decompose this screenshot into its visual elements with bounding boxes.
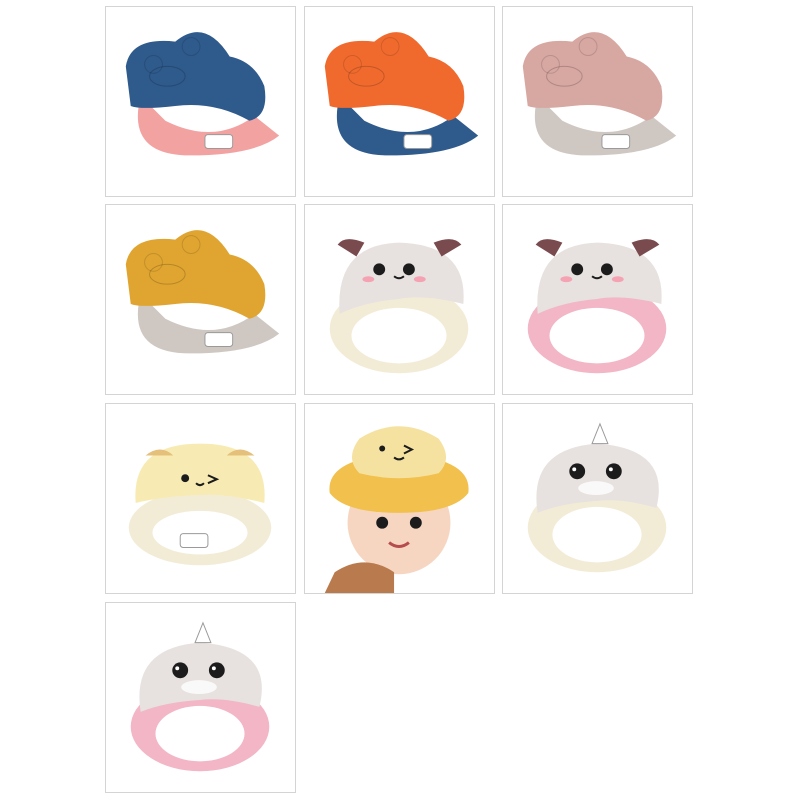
product-thumbnail-9[interactable]: [502, 403, 693, 594]
product-thumbnail-3[interactable]: [502, 6, 693, 197]
product-thumbnail-7[interactable]: [105, 403, 296, 594]
product-thumbnail-5[interactable]: [304, 204, 495, 395]
product-thumbnail-1[interactable]: [105, 6, 296, 197]
product-thumbnail-6[interactable]: [502, 204, 693, 395]
product-thumbnail-2[interactable]: [304, 6, 495, 197]
visor-illustration: [329, 239, 469, 374]
visor-illustration: [125, 32, 280, 156]
visor-illustration: [130, 621, 270, 772]
product-grid: [0, 0, 800, 800]
visor-illustration: [522, 32, 677, 156]
visor-illustration: [125, 230, 280, 354]
product-thumbnail-4[interactable]: [105, 204, 296, 395]
visor-illustration: [527, 422, 667, 573]
visor-illustration: [324, 32, 479, 156]
visor-illustration: [324, 426, 469, 593]
product-thumbnail-8[interactable]: [304, 403, 495, 594]
visor-illustration: [128, 443, 272, 566]
product-thumbnail-10[interactable]: [105, 602, 296, 793]
visor-illustration: [527, 239, 667, 374]
